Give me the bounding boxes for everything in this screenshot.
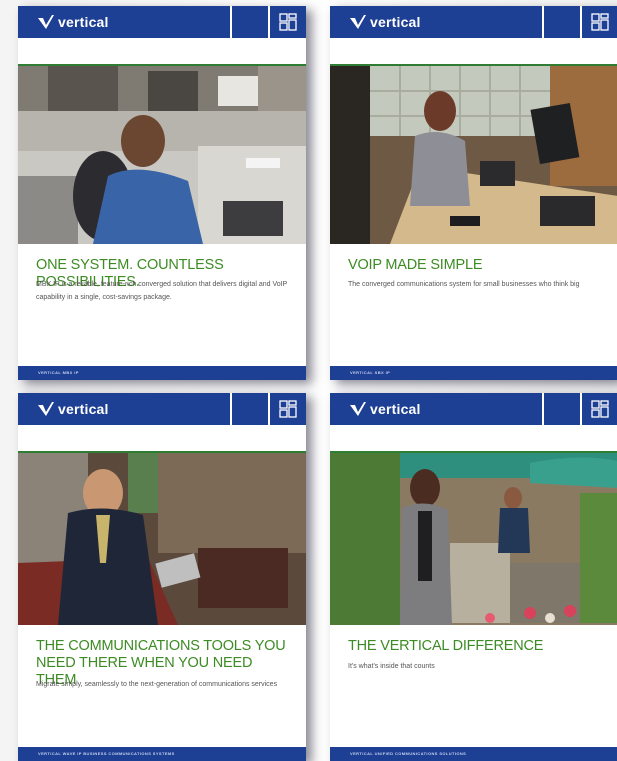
- logo-text: vertical: [370, 14, 421, 30]
- brochure-header-bar: vertical: [18, 393, 306, 425]
- grid-menu-icon[interactable]: [590, 12, 610, 32]
- brochure-photo: [18, 451, 306, 625]
- header-divider: [230, 393, 232, 425]
- vertical-logo: vertical: [350, 399, 421, 419]
- brochure-footer-bar: VERTICAL MBX IP: [18, 366, 306, 380]
- header-divider: [268, 393, 270, 425]
- brochure-photo: [330, 64, 617, 244]
- vertical-check-logo-icon: [38, 15, 54, 29]
- vertical-logo: vertical: [38, 12, 109, 32]
- brochure-card-wave[interactable]: vertical THE COMMUNICATIONS TOOLS YOU NE…: [18, 393, 306, 761]
- header-divider: [542, 6, 544, 38]
- logo-text: vertical: [58, 14, 109, 30]
- brochure-photo: [18, 64, 306, 244]
- brochure-body-text: Migrate simply, seamlessly to the next-g…: [36, 681, 278, 688]
- brochure-card-sbx[interactable]: vertical VOIP MADE SIMPLE The converged …: [330, 6, 617, 380]
- brochure-grid: vertical ONE SYSTEM. COUNTLESS POSSIBILI…: [0, 0, 617, 761]
- brochure-headline: VOIP MADE SIMPLE: [348, 257, 483, 273]
- brochure-body-text: It's what's inside that counts: [348, 663, 435, 670]
- grid-menu-icon[interactable]: [278, 399, 298, 419]
- brochure-photo: [330, 451, 617, 625]
- brochure-body-text: The converged communications system for …: [348, 281, 580, 288]
- header-divider: [542, 393, 544, 425]
- vertical-logo: vertical: [38, 399, 109, 419]
- grid-menu-icon[interactable]: [590, 399, 610, 419]
- header-divider: [230, 6, 232, 38]
- brochure-headline: THE VERTICAL DIFFERENCE: [348, 638, 544, 654]
- brochure-footer-bar: VERTICAL WAVE IP BUSINESS COMMUNICATIONS…: [18, 747, 306, 761]
- brochure-footer-text: VERTICAL MBX IP: [38, 370, 79, 375]
- header-divider: [580, 6, 582, 38]
- brochure-body-text: MBX IP is a reliable, feature-rich conve…: [36, 281, 288, 301]
- vertical-check-logo-icon: [350, 402, 366, 416]
- brochure-card-difference[interactable]: vertical THE VERTICAL DIFFERENCE It's wh…: [330, 393, 617, 761]
- brochure-footer-text: VERTICAL WAVE IP BUSINESS COMMUNICATIONS…: [38, 751, 175, 756]
- brochure-card-mbx[interactable]: vertical ONE SYSTEM. COUNTLESS POSSIBILI…: [18, 6, 306, 380]
- vertical-check-logo-icon: [350, 15, 366, 29]
- header-divider: [580, 393, 582, 425]
- brochure-header-bar: vertical: [18, 6, 306, 38]
- brochure-header-bar: vertical: [330, 6, 617, 38]
- header-divider: [268, 6, 270, 38]
- vertical-logo: vertical: [350, 12, 421, 32]
- grid-menu-icon[interactable]: [278, 12, 298, 32]
- vertical-check-logo-icon: [38, 402, 54, 416]
- logo-text: vertical: [58, 401, 109, 417]
- brochure-footer-bar: VERTICAL SBX IP: [330, 366, 617, 380]
- brochure-footer-text: VERTICAL SBX IP: [350, 370, 391, 375]
- brochure-header-bar: vertical: [330, 393, 617, 425]
- logo-text: vertical: [370, 401, 421, 417]
- brochure-footer-text: VERTICAL UNIFIED COMMUNICATIONS SOLUTION…: [350, 751, 467, 756]
- brochure-footer-bar: VERTICAL UNIFIED COMMUNICATIONS SOLUTION…: [330, 747, 617, 761]
